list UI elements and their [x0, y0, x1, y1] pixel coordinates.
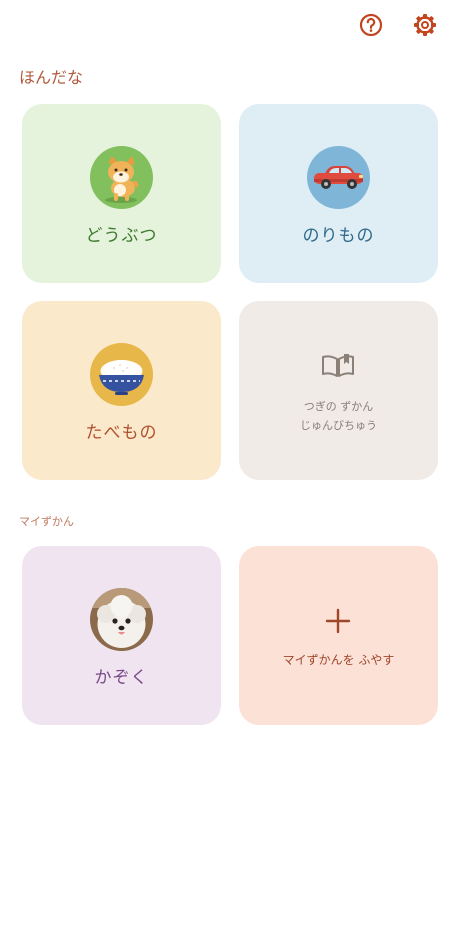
- add-my-book-button[interactable]: マイずかんを ふやす: [239, 546, 438, 725]
- next-book-line2: じゅんびちゅう: [300, 419, 377, 432]
- shelf-title: ほんだな: [19, 68, 84, 87]
- book-card-food[interactable]: たべもの: [22, 301, 221, 480]
- next-book-line1: つぎの ずかん: [303, 400, 374, 413]
- rice-bowl-icon: [90, 343, 153, 406]
- red-car-icon: [307, 146, 370, 209]
- gear-icon: [414, 14, 436, 36]
- book-label-vehicles: のりもの: [302, 226, 375, 246]
- book-card-animals[interactable]: どうぶつ: [22, 104, 221, 283]
- my-book-card-family[interactable]: かぞく: [22, 546, 221, 725]
- open-book-icon: [322, 354, 354, 377]
- book-card-vehicles[interactable]: のりもの: [239, 104, 438, 283]
- help-circle-icon: [359, 13, 383, 37]
- plus-icon: [325, 608, 351, 634]
- next-book-card: つぎの ずかん じゅんびちゅう: [239, 301, 438, 480]
- my-book-label-family: かぞく: [94, 668, 149, 688]
- settings-button[interactable]: [410, 10, 440, 40]
- book-label-animals: どうぶつ: [85, 226, 158, 246]
- my-books-title: マイずかん: [19, 515, 74, 528]
- book-label-food: たべもの: [85, 423, 158, 443]
- add-my-book-label: マイずかんを ふやす: [282, 653, 395, 667]
- help-button[interactable]: [356, 10, 386, 40]
- shiba-dog-icon: [90, 146, 153, 209]
- white-poodle-photo: [90, 588, 153, 651]
